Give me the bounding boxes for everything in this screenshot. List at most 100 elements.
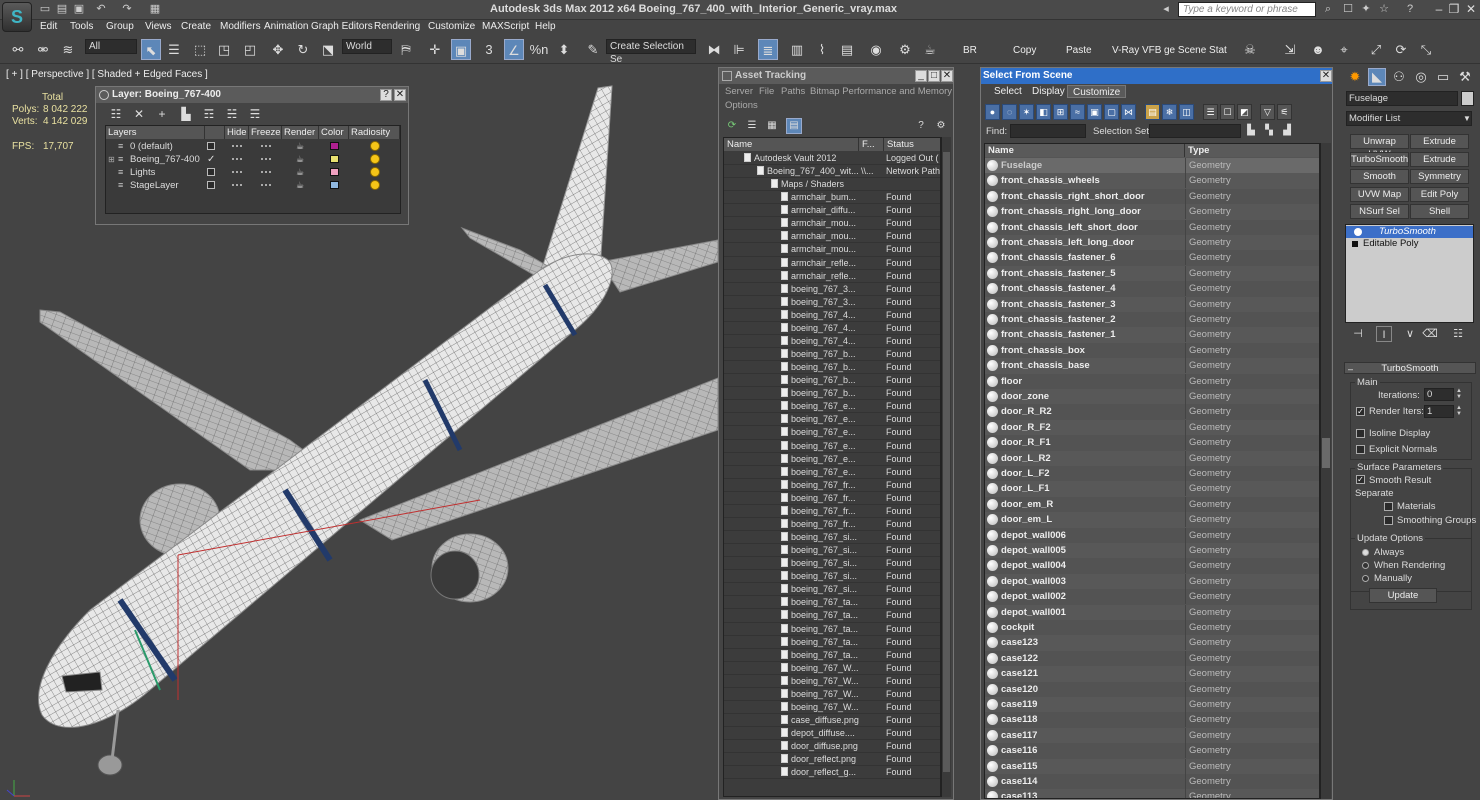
materials-checkbox[interactable] [1384,502,1393,511]
iterations-spin-arrows-icon[interactable]: ▲ ▼ [1456,388,1462,401]
select-none-icon[interactable]: ☐ [1220,104,1235,120]
lightbulb-icon[interactable] [1354,228,1362,236]
layer-row[interactable]: ≡ Lights ☕ [106,166,400,179]
explicit-normals-checkbox[interactable] [1356,445,1365,454]
menu-animation[interactable]: Animation [264,21,308,32]
layer-color-swatch[interactable] [330,181,339,189]
mirror-icon[interactable]: ⧓ [704,39,724,60]
asset-row[interactable]: boeing_767_e... Found [724,400,940,414]
asset-row[interactable]: boeing_767_si... Found [724,544,940,558]
angle-snap-icon[interactable]: ∠ [504,39,524,60]
modifier-list-arrow-icon[interactable]: ▼ [1463,111,1472,126]
select-all-icon[interactable]: ☰ [1203,104,1218,120]
freeze-all-layers-icon[interactable]: ☴ [247,107,263,122]
asset-row[interactable]: boeing_767_fr... Found [724,479,940,492]
col-hide[interactable]: Hide [225,126,249,139]
update-when-rendering-radio[interactable] [1362,562,1369,569]
stack-item-turbosmooth[interactable]: TurboSmooth [1346,226,1473,238]
select-object-icon[interactable]: ⬉ [141,39,161,60]
scene-object-row[interactable]: floor Geometry [985,373,1319,389]
modify-panel-icon[interactable]: ◣ [1368,68,1386,86]
asset-row[interactable]: Autodesk Vault 2012 Logged Out ( [724,152,940,166]
asset-row[interactable]: boeing_767_e... Found [724,426,940,440]
asset-menu-bitmap-performance[interactable]: Bitmap Performance and Memory [810,86,952,97]
scene-states-button[interactable]: ge Scene Stat [1164,45,1227,56]
table-view-icon[interactable]: ▤ [786,118,802,134]
sfs-tab-display[interactable]: Display [1027,85,1070,98]
hide-toggle[interactable] [232,171,242,174]
hide-toggle[interactable] [232,184,242,187]
app-logo-icon[interactable]: S [2,2,32,32]
asset-row[interactable]: boeing_767_si... Found [724,557,940,571]
modifier-button[interactable]: Extrude [1410,134,1469,149]
help-search-input[interactable]: Type a keyword or phrase [1178,2,1316,17]
asset-row[interactable]: boeing_767_4... Found [724,322,940,335]
menu-views[interactable]: Views [145,21,172,32]
selection-set-select[interactable] [1149,124,1241,138]
br-button[interactable]: BR [963,45,977,56]
pivot-center-icon[interactable]: ⛿ [396,39,416,60]
utilities-panel-icon[interactable]: ⚒ [1456,68,1474,86]
save-file-icon[interactable]: ▣ [72,3,86,16]
asset-row[interactable]: boeing_767_3... Found [724,296,940,309]
scene-object-row[interactable]: front_chassis_right_short_door Geometry [985,188,1319,205]
list-view-icon[interactable]: ☰ [744,118,760,134]
highlight-layer-icon[interactable]: ☶ [201,107,217,122]
render-teapot-icon[interactable]: ☕ [296,166,304,179]
col-layers[interactable]: Layers [106,126,205,139]
spinner-snap-icon[interactable]: ⬍ [554,39,574,60]
filter-options-icon[interactable]: ⚟ [1277,104,1292,120]
scale-icon[interactable]: ⬔ [318,39,338,60]
named-selection-set-select[interactable]: Create Selection Se [606,39,696,65]
bind-spacewarp-icon[interactable]: ≋ [58,39,78,60]
object-color-swatch[interactable] [1461,91,1474,106]
undo-icon[interactable]: ↶ [94,3,108,16]
selection-set-edit-icon[interactable]: ▚ [1261,123,1277,139]
asset-menu-paths[interactable]: Paths [781,86,805,97]
scene-object-row[interactable]: door_R_F2 Geometry [985,419,1319,436]
menu-edit[interactable]: Edit [40,21,57,32]
layer-row[interactable]: ⊞ ≡ Boeing_767-400 ✓ ☕ [106,153,400,166]
scene-object-row[interactable]: front_chassis_fastener_3 Geometry [985,296,1319,312]
asset-row[interactable]: boeing_767_e... Found [724,413,940,427]
redo-icon[interactable]: ↷ [120,3,134,16]
radiosity-icon[interactable] [370,180,380,190]
material-editor-icon[interactable]: ◉ [866,39,886,60]
display-hidden-icon[interactable]: ◫ [1179,104,1194,120]
asset-row[interactable]: armchair_bum... Found [724,191,940,205]
selection-filter-select[interactable]: All [85,39,137,54]
menu-modifiers[interactable]: Modifiers [220,21,261,32]
smooth-result-checkbox[interactable]: ✓ [1356,475,1365,484]
iterations-spinner[interactable]: 0 [1424,388,1454,401]
asset-menu-file[interactable]: File [759,86,774,97]
menu-create[interactable]: Create [181,21,211,32]
scene-object-row[interactable]: front_chassis_fastener_5 Geometry [985,265,1319,282]
render-setup-icon[interactable]: ⚙ [895,39,915,60]
close-button[interactable]: ✕ [1458,1,1480,18]
layer-name[interactable]: Boeing_767-400 [130,153,200,166]
align-icon[interactable]: ⊫ [729,39,749,60]
layer-name[interactable]: Lights [130,166,155,179]
display-shapes-icon[interactable]: ◌ [1002,104,1017,120]
sfs-scroll-thumb[interactable] [1322,438,1330,468]
pin-stack-icon[interactable]: ⊣ [1350,326,1366,342]
add-to-layer-icon[interactable]: + [154,107,170,122]
refresh-icon[interactable]: ⟳ [724,118,740,134]
freeze-toggle[interactable] [261,184,271,187]
modifier-button[interactable]: UVW Map [1350,186,1409,202]
layer-color-swatch[interactable] [330,168,339,176]
asset-row[interactable]: boeing_767_3... Found [724,283,940,296]
asset-row[interactable]: armchair_diffu... Found [724,204,940,218]
asset-maximize-button[interactable]: □ [928,70,940,82]
scene-object-row[interactable]: case118 Geometry [985,712,1319,728]
asset-menu-server[interactable]: Server [725,86,753,97]
menu-tools[interactable]: Tools [70,21,93,32]
turbosmooth-rollout-header[interactable]: TurboSmooth [1344,362,1476,374]
asset-row[interactable]: boeing_767_ta... Found [724,596,940,610]
paste-button[interactable]: Paste [1066,45,1092,56]
modifier-button[interactable]: TurboSmooth [1350,151,1409,167]
stack-expand-icon[interactable] [1352,241,1358,247]
window-crossing-icon[interactable]: ◳ [214,39,234,60]
communication-icon[interactable]: ✦ [1358,2,1374,17]
asset-row[interactable]: boeing_767_4... Found [724,335,940,349]
